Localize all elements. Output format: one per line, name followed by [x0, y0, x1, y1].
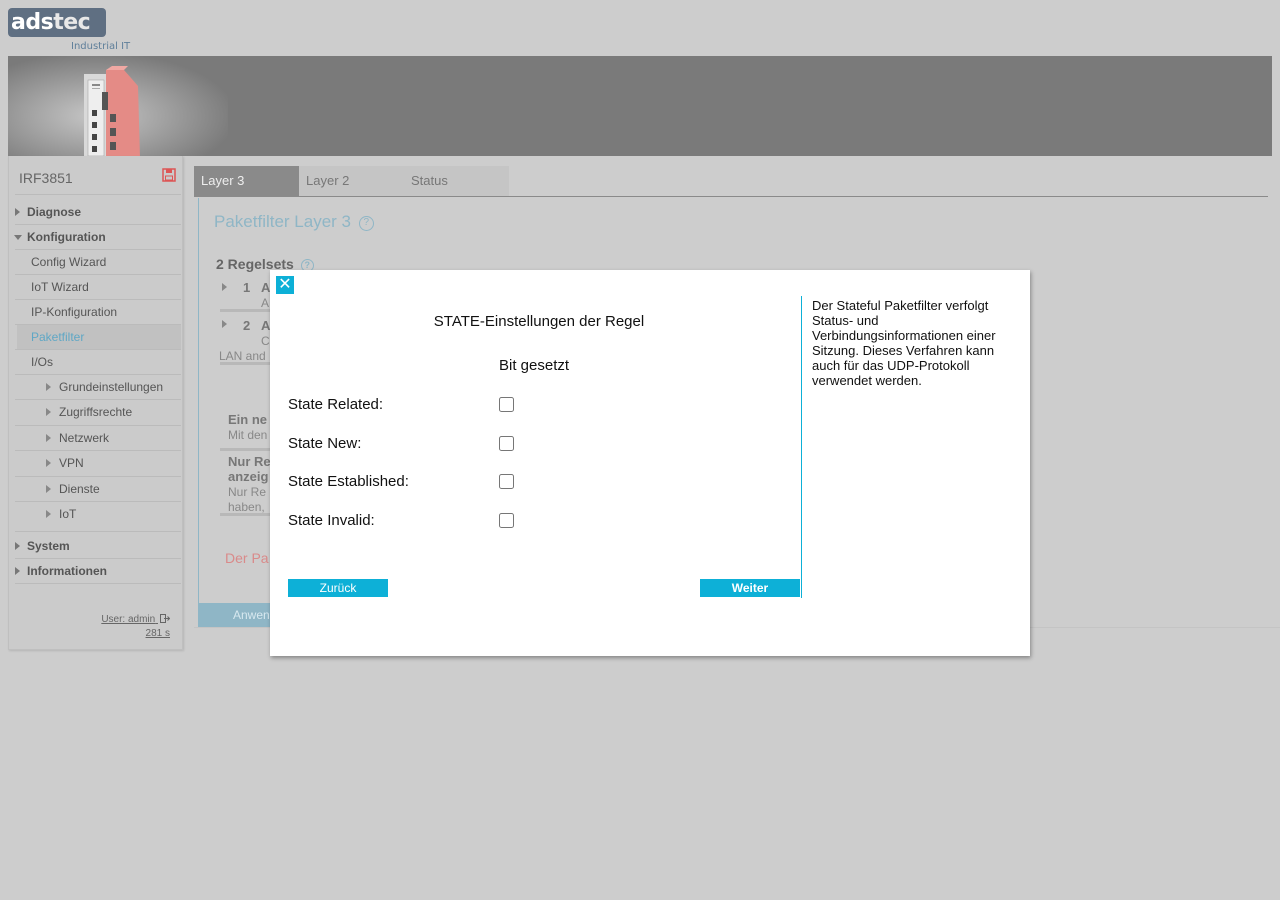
apply-button-label: Anwen: [233, 608, 270, 622]
state-established-label: State Established:: [288, 473, 409, 490]
state-invalid-label: State Invalid:: [288, 512, 375, 529]
sidebar-divider: [15, 531, 181, 532]
user-link[interactable]: User: admin: [101, 614, 170, 625]
sidebar-item-zugriffsrechte[interactable]: Zugriffsrechte: [17, 400, 181, 424]
sidebar-item-label: Config Wizard: [31, 255, 107, 269]
logo-text-tec: tec: [53, 10, 91, 35]
header-banner: [8, 56, 1272, 156]
dialog-divider: [801, 296, 802, 598]
expand-arrow-icon: [46, 383, 51, 391]
expand-arrow-icon: [46, 408, 51, 416]
expand-arrow-icon: [46, 485, 51, 493]
state-settings-dialog: ✕ STATE-Einstellungen der Regel Bit gese…: [270, 270, 1030, 656]
back-button[interactable]: Zurück: [288, 579, 388, 597]
warning-text: Der Pa: [225, 550, 269, 566]
tab-status[interactable]: Status: [404, 166, 509, 196]
logo-mark: adstec: [8, 8, 106, 37]
sidebar-item-config-wizard[interactable]: Config Wizard: [17, 250, 181, 274]
sidebar-item-label: IoT Wizard: [31, 280, 89, 294]
logo-text-ads: ads: [11, 10, 54, 35]
collapse-arrow-icon: [14, 235, 22, 240]
sidebar-item-vpn[interactable]: VPN: [17, 451, 181, 475]
sidebar-item-diagnose[interactable]: Diagnose: [11, 200, 181, 224]
new-ruleset-title: Ein ne: [228, 412, 268, 427]
ruleset-interfaces: LAN and: [219, 349, 266, 363]
content-frame-line: [198, 198, 199, 603]
close-icon[interactable]: ✕: [276, 276, 294, 294]
sidebar-item-paketfilter[interactable]: Paketfilter: [17, 325, 181, 349]
sidebar-item-label: System: [27, 539, 70, 553]
page-title-text: Paketfilter Layer 3: [214, 212, 352, 231]
sidebar-item-dienste[interactable]: Dienste: [17, 477, 181, 501]
tab-layer-3[interactable]: Layer 3: [194, 166, 299, 196]
filter-option-title: Nur Re: [228, 454, 271, 469]
expand-arrow-icon: [15, 567, 20, 575]
state-new-checkbox[interactable]: [499, 436, 514, 451]
sidebar-item-label: IoT: [59, 507, 77, 521]
sidebar-item-label: Zugriffsrechte: [59, 405, 133, 419]
sidebar-item-iot[interactable]: IoT: [17, 502, 181, 526]
sidebar-item-label: Informationen: [27, 564, 107, 578]
tab-layer-2[interactable]: Layer 2: [299, 166, 404, 196]
ruleset-name: A: [261, 280, 271, 295]
sidebar-item-ios[interactable]: I/Os: [17, 350, 181, 374]
ruleset-description: C: [261, 334, 270, 348]
session-timer: 281 s: [145, 628, 170, 639]
save-icon[interactable]: [162, 168, 176, 182]
adstec-logo: adstec Industrial IT: [8, 8, 134, 54]
expand-arrow-icon: [15, 542, 20, 550]
sidebar-item-konfiguration[interactable]: Konfiguration: [11, 225, 181, 249]
apply-button[interactable]: Anwen: [198, 603, 278, 627]
column-header: Bit gesetzt: [499, 357, 570, 374]
state-invalid-checkbox[interactable]: [499, 513, 514, 528]
sidebar-item-label: IP-Konfiguration: [31, 305, 118, 319]
expand-arrow-icon: [46, 510, 51, 518]
help-icon[interactable]: ?: [358, 216, 374, 231]
sidebar-item-label: Grundeinstellungen: [59, 380, 164, 394]
sidebar-divider: [15, 583, 181, 584]
next-button[interactable]: Weiter: [700, 579, 800, 597]
ruleset-number: 2: [243, 318, 251, 333]
sidebar-item-grundeinstellungen[interactable]: Grundeinstellungen: [17, 375, 181, 399]
ruleset-number: 1: [243, 280, 251, 295]
filter-option-description: Nur Re: [228, 485, 267, 499]
help-text: Der Stateful Paketfilter verfolgt Status…: [812, 298, 996, 388]
filter-option-title-cont: anzeig: [228, 469, 269, 484]
sidebar-item-label: Dienste: [59, 482, 100, 496]
state-established-checkbox[interactable]: [499, 474, 514, 489]
expand-arrow-icon: [15, 208, 20, 216]
sidebar-item-label: Diagnose: [27, 205, 82, 219]
sidebar-item-informationen[interactable]: Informationen: [11, 559, 181, 583]
expand-arrow-icon[interactable]: [222, 320, 227, 328]
sidebar-item-label: Konfiguration: [27, 230, 106, 244]
sidebar-item-label: Paketfilter: [31, 330, 85, 344]
sidebar-item-system[interactable]: System: [11, 534, 181, 558]
sidebar-divider: [15, 194, 181, 195]
sidebar-item-label: I/Os: [31, 355, 54, 369]
state-new-label: State New:: [288, 435, 362, 452]
device-name: IRF3851: [19, 170, 73, 186]
sidebar-item-ip-konfiguration[interactable]: IP-Konfiguration: [17, 300, 181, 324]
expand-arrow-icon: [46, 459, 51, 467]
logout-icon[interactable]: [160, 614, 170, 623]
device-image: [84, 66, 140, 156]
state-related-checkbox[interactable]: [499, 397, 514, 412]
sidebar: IRF3851 Diagnose Konfiguration Config Wi…: [8, 156, 183, 650]
dialog-title: STATE-Einstellungen der Regel: [433, 313, 645, 330]
ruleset-name: A: [261, 318, 271, 333]
sidebar-item-label: Netzwerk: [59, 431, 110, 445]
state-related-label: State Related:: [288, 396, 384, 413]
ruleset-description: A: [261, 296, 270, 310]
expand-arrow-icon: [46, 434, 51, 442]
sidebar-item-iot-wizard[interactable]: IoT Wizard: [17, 275, 181, 299]
new-ruleset-description: Mit den: [228, 428, 268, 442]
logo-subtitle: Industrial IT: [71, 41, 131, 52]
sidebar-item-label: VPN: [59, 456, 84, 470]
user-label: User: admin: [101, 614, 156, 625]
sidebar-item-netzwerk[interactable]: Netzwerk: [17, 426, 181, 450]
tab-underline: [194, 196, 1268, 197]
filter-option-description-cont: haben,: [228, 500, 265, 514]
expand-arrow-icon[interactable]: [222, 283, 227, 291]
page-title: Paketfilter Layer 3 ?: [214, 212, 374, 232]
